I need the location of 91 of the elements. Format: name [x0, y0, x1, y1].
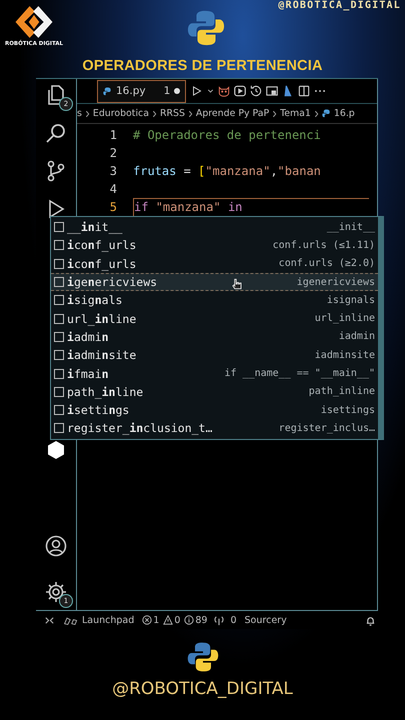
suggestion-item[interactable]: iadminsite iadminsite	[51, 346, 378, 364]
suggestion-item[interactable]: register_inclusion_t… register_inclus…	[51, 419, 378, 438]
snippet-icon	[54, 222, 64, 232]
suggestion-item[interactable]: isettings isettings	[51, 400, 378, 420]
suggestion-detail: conf.urls (≤1.11)	[272, 240, 375, 251]
settings-icon[interactable]	[44, 580, 68, 604]
chevron-right-icon	[272, 110, 278, 118]
breadcrumb-item[interactable]: Tema1	[280, 108, 311, 119]
channel-handle: @ROBOTICA_DIGITAL	[278, 0, 401, 11]
chevron-right-icon	[152, 110, 157, 118]
channel-handle: @ROBOTICA_DIGITAL	[112, 679, 293, 699]
logo-icon	[186, 641, 218, 673]
info-icon	[184, 615, 194, 625]
code-token: "manzana"	[156, 200, 221, 214]
ports-button[interactable]: 0	[211, 614, 237, 626]
suggestion-detail: isignals	[326, 294, 375, 306]
remote-icon[interactable]	[44, 614, 55, 626]
code-token: =	[182, 164, 192, 178]
problem-count[interactable]: 0	[163, 614, 180, 626]
breadcrumb-item[interactable]: Edurobotica	[92, 108, 149, 119]
warning-icon	[163, 615, 174, 625]
error-icon	[142, 615, 152, 625]
line-number: 2	[108, 146, 118, 160]
chevron-right-icon	[314, 110, 319, 118]
suggestion-detail: url_inline	[314, 313, 375, 324]
suggestion-detail: register_inclus…	[278, 422, 375, 434]
suggestion-item[interactable]: isignals isignals	[51, 291, 378, 310]
launchpad-button[interactable]: Launchpad	[63, 614, 134, 626]
file-type-icon	[103, 86, 112, 96]
breadcrumb-item[interactable]: s	[77, 108, 82, 119]
line-number: 1	[108, 128, 118, 142]
code-token: "banan	[278, 164, 321, 178]
breadcrumb-item[interactable]: Aprende Py PaP	[196, 108, 270, 119]
line-number: 4	[108, 182, 118, 196]
code-token: frutas	[133, 164, 176, 178]
pointer-icon	[231, 278, 244, 291]
status-item[interactable]: Sourcery	[244, 614, 287, 626]
problem-count[interactable]: 89	[184, 614, 208, 626]
chevron-right-icon	[188, 110, 193, 118]
suggestion-detail: isettings	[320, 404, 375, 416]
video-title: OPERADORES DE PERTENENCIA	[81, 57, 324, 76]
preview-icon[interactable]	[233, 84, 248, 98]
code-token: ,	[270, 164, 278, 178]
suggestion-item[interactable]: __init__ __init__	[51, 218, 378, 236]
snippet-icon	[54, 350, 64, 360]
editor-tab[interactable]: 16.py 1	[97, 80, 186, 102]
suggestion-item[interactable]: igenericviews igenericviews	[51, 272, 378, 292]
snippet-icon	[54, 332, 64, 342]
snippet-icon	[54, 295, 64, 306]
suggestion-item[interactable]: ifmain if __name__ == "__main__"	[51, 364, 378, 383]
logo-icon	[187, 8, 225, 48]
chevron-right-icon	[84, 110, 90, 118]
suggestion-detail: path_inline	[308, 386, 375, 398]
split-icon[interactable]	[297, 84, 312, 98]
suggestion-detail: iadminsite	[314, 350, 375, 361]
snippet-icon	[54, 405, 64, 416]
snippet-icon	[54, 240, 64, 250]
snippet-icon	[54, 277, 64, 288]
cat-icon[interactable]	[217, 84, 232, 98]
code-token: "manzana"	[205, 164, 270, 178]
suggestion-item[interactable]: iconf_urls conf.urls (≥2.0)	[51, 254, 378, 273]
suggestion-detail: igenericviews	[296, 276, 375, 288]
history-icon[interactable]	[249, 84, 264, 98]
search-icon[interactable]	[44, 121, 68, 145]
snippet-icon	[54, 314, 64, 324]
problem-count[interactable]: 1	[142, 614, 160, 626]
file-type-icon	[322, 109, 331, 118]
code-token: # Operadores de pertenenci	[133, 128, 321, 142]
breadcrumb-item[interactable]: RRSS	[160, 108, 185, 119]
breadcrumb-item[interactable]: 16.p	[334, 108, 355, 119]
suggestion-detail: conf.urls (≥2.0)	[278, 258, 375, 270]
snippet-icon	[54, 423, 64, 434]
suggestion-item[interactable]: url_inline url_inline	[51, 309, 378, 328]
snippet-icon	[54, 386, 64, 397]
code-token: [	[198, 164, 206, 178]
suggestion-detail: if __name__ == "__main__"	[224, 368, 375, 380]
line-number: 5	[108, 200, 118, 214]
line-number: 3	[108, 164, 118, 178]
suggestion-item[interactable]: path_inline path_inline	[51, 382, 378, 401]
suggestion-detail: iadmin	[338, 331, 375, 342]
suggestion-detail: __init__	[326, 222, 375, 233]
panel-icon[interactable]	[265, 84, 280, 98]
account-icon[interactable]	[44, 534, 68, 558]
snippet-icon	[54, 368, 64, 379]
code-token: in	[226, 200, 242, 214]
snippet-icon	[54, 258, 64, 269]
code-token: if	[134, 200, 150, 214]
problem-count: 1	[164, 85, 170, 97]
suggestion-item[interactable]: iadmin iadmin	[51, 328, 378, 346]
bell-icon[interactable]	[365, 614, 376, 626]
suggestion-item[interactable]: iconf_urls conf.urls (≤1.11)	[51, 236, 378, 255]
